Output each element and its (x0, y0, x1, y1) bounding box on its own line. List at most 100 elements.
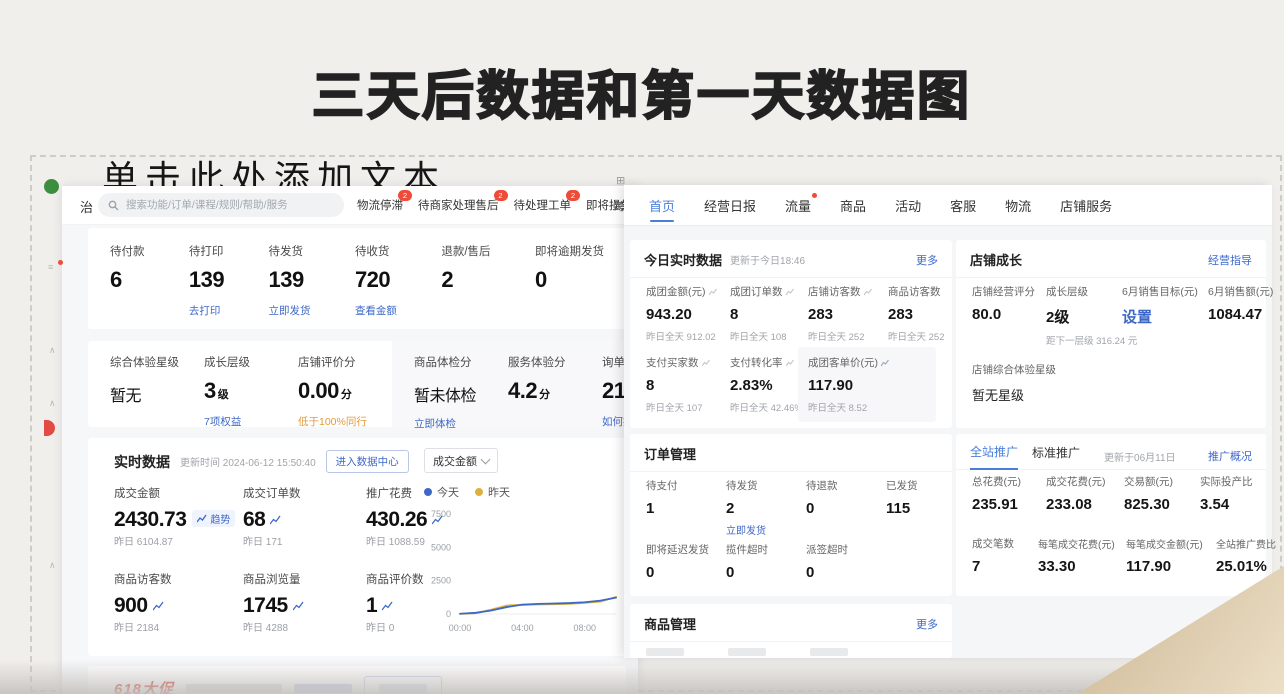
business-guide-link[interactable]: 经营指导 (1208, 252, 1252, 268)
metric-value: 900 (114, 594, 148, 617)
stat-column: 即将逾期发货0 (535, 243, 604, 329)
stats-row: 支付买家数8昨日全天 107 支付转化率2.83%昨日全天 42.46% 成团客… (630, 355, 936, 422)
stat-value: 33.30 (1038, 558, 1126, 575)
nav-pending-ticket[interactable]: 待处理工单2 (514, 197, 572, 213)
tab-daily-report[interactable]: 经营日报 (703, 185, 757, 226)
metric-column: 商品评价数 1 昨日 0 (366, 570, 491, 636)
stat-value: 139 (189, 267, 224, 293)
svg-text:04:00: 04:00 (511, 623, 534, 633)
stat-value: 1084.47 (1208, 306, 1278, 323)
clipped-label (810, 648, 848, 656)
trend-icon[interactable] (293, 598, 304, 615)
stat-value: 8 (646, 377, 730, 394)
order-management-card: 订单管理 待支付1 待发货2立即发货 待退款0 已发货115 即将延迟发货0 揽… (630, 434, 952, 596)
stat-value: 3.54 (1200, 496, 1260, 513)
stats-row: 成交笔数7 每笔成交花费(元)33.30 每笔成交金额(元)117.90 全站推… (956, 536, 1276, 575)
stat-column: 服务体验分4.2分 (508, 354, 602, 427)
ship-now-link[interactable]: 立即发货 (269, 303, 311, 318)
trend-icon[interactable] (153, 598, 164, 615)
rights-link[interactable]: 7项权益 (204, 414, 298, 429)
set-goal-link[interactable]: 设置 (1122, 306, 1208, 327)
nav-pending-aftersale[interactable]: 待商家处理售后2 (418, 197, 499, 213)
stat-value: 4.2分 (508, 378, 602, 404)
metric-value: 430.26 (366, 508, 427, 531)
stat-value: 943.20 (646, 306, 730, 323)
stats-row: 待支付1 待发货2立即发货 待退款0 已发货115 (630, 478, 956, 537)
left-dashboard-topbar: 治 物流停滞2 待商家处理售后2 待处理工单2 即将损失流量4 未读站内信68 … (62, 186, 638, 225)
stat-value: 80.0 (972, 306, 1046, 323)
stat-value: 283 (888, 306, 958, 323)
stat-value: 2 (726, 500, 806, 517)
check-now-link[interactable]: 立即体检 (414, 416, 508, 431)
below-peers-link[interactable]: 低于100%同行 (298, 414, 392, 429)
stat-value: 0 (646, 564, 726, 581)
tab-standard-promotion[interactable]: 标准推广 (1032, 444, 1080, 469)
stat-column: 成长层级3级7项权益 (204, 354, 298, 427)
tab-shop-services[interactable]: 店铺服务 (1059, 185, 1113, 226)
sidebar-menu-icon[interactable]: ≡ (48, 262, 53, 272)
product-management-card: 商品管理 更多 (630, 604, 952, 658)
more-link[interactable]: 更多 (916, 616, 938, 632)
more-link[interactable]: 更多 (916, 252, 938, 268)
tab-logistics[interactable]: 物流 (1004, 185, 1032, 226)
mini-trend-icon (864, 288, 872, 296)
nav-logistics-stalled[interactable]: 物流停滞2 (357, 197, 403, 213)
tab-traffic[interactable]: 流量 (784, 185, 812, 226)
clipped-label (646, 648, 684, 656)
trend-icon[interactable] (432, 512, 443, 529)
stat-value: 235.91 (972, 496, 1046, 513)
metric-column: 商品浏览量 1745 昨日 4288 (243, 570, 368, 636)
stat-value: 115 (886, 500, 956, 517)
card-header: 店铺成长 经营指导 (956, 240, 1266, 278)
metric-column: 成交金额 2430.73趋势 昨日 6104.87 (114, 484, 239, 550)
ship-now-link[interactable]: 立即发货 (726, 522, 806, 537)
apps-grid-icon[interactable]: ⊞ (616, 174, 625, 187)
tab-home[interactable]: 首页 (648, 185, 676, 226)
stat-value: 2 (441, 267, 490, 293)
sidebar-collapse-icon[interactable]: ∧ (49, 345, 56, 356)
stat-value: 825.30 (1124, 496, 1200, 513)
stat-value: 117.90 (808, 377, 926, 394)
search-input[interactable] (124, 198, 328, 212)
mini-trend-icon (786, 359, 794, 367)
promotion-card: 全站推广 标准推广 更新于06月11日 推广概况 总花费(元)235.91 成交… (956, 434, 1266, 596)
stat-value: 暂无 (110, 382, 204, 406)
trend-icon[interactable] (270, 512, 281, 529)
card-header: 订单管理 (630, 434, 952, 472)
metric-value: 68 (243, 508, 265, 531)
stats-row: 总花费(元)235.91 成交花费(元)233.08 交易额(元)825.30 … (956, 474, 1260, 513)
metric-column: 成交订单数 68 昨日 171 (243, 484, 368, 550)
logo-partial-text: 治 (80, 197, 93, 216)
sidebar-notification-dot (58, 260, 63, 265)
metric-column: 商品访客数 900 昨日 2184 (114, 570, 239, 636)
stat-value: 2级 (1046, 306, 1122, 327)
go-print-link[interactable]: 去打印 (189, 303, 224, 318)
sidebar-collapse-icon[interactable]: ∧ (49, 398, 56, 409)
badge: 2 (398, 190, 412, 201)
stat-value: 1 (646, 500, 726, 517)
metric-value: 1 (366, 594, 377, 617)
stat-column: 综合体验星级暂无 (110, 354, 204, 427)
metric-dropdown[interactable]: 成交金额 (424, 448, 498, 473)
left-dashboard: 治 物流停滞2 待商家处理售后2 待处理工单2 即将损失流量4 未读站内信68 … (62, 186, 638, 694)
mini-trend-icon (881, 359, 889, 367)
view-amount-link[interactable]: 查看金额 (355, 303, 397, 318)
sidebar-collapse-icon[interactable]: ∧ (49, 560, 56, 571)
search-box[interactable] (98, 193, 344, 217)
stat-value: 233.08 (1046, 496, 1124, 513)
slide-canvas: 三天后数据和第一天数据图 单击此处添加文本 ≡ ∧ ∧ ∧ ⊞ 治 物流停滞2 … (0, 0, 1284, 694)
stat-value: 720 (355, 267, 397, 293)
enter-data-center-button[interactable]: 进入数据中心 (326, 450, 409, 473)
badge: 2 (494, 190, 508, 201)
promotion-overview-link[interactable]: 推广概况 (1208, 448, 1252, 464)
trend-icon[interactable] (382, 598, 393, 615)
stat-value: 暂未体检 (414, 382, 508, 406)
tab-customer-service[interactable]: 客服 (949, 185, 977, 226)
clipped-stats-row (630, 648, 848, 656)
stat-column: 退款/售后2 (441, 243, 490, 329)
tab-products[interactable]: 商品 (839, 185, 867, 226)
tab-activities[interactable]: 活动 (894, 185, 922, 226)
tab-sitewide-promotion[interactable]: 全站推广 (970, 443, 1018, 470)
trend-pill[interactable]: 趋势 (192, 510, 235, 527)
stat-value: 0 (535, 267, 604, 293)
